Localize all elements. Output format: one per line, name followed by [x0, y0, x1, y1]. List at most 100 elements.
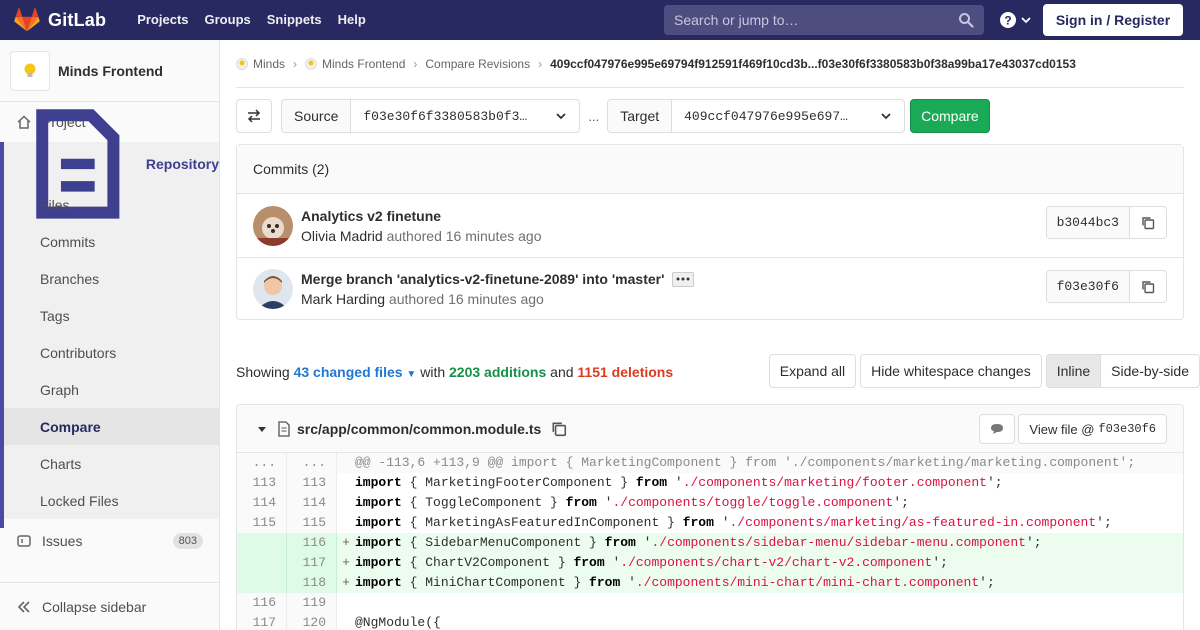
- brand-name: GitLab: [48, 9, 107, 30]
- diff-file: src/app/common/common.module.ts View fil…: [236, 404, 1184, 630]
- new-line-number[interactable]: 120: [287, 613, 337, 630]
- expand-description-button[interactable]: [672, 271, 695, 287]
- old-line-number[interactable]: [237, 573, 287, 593]
- code-string: ./components/mini-chart/mini-chart.compo…: [635, 575, 980, 590]
- copy-sha-button[interactable]: [1130, 271, 1166, 302]
- breadcrumb-item[interactable]: Minds: [236, 57, 285, 71]
- copy-icon[interactable]: [551, 421, 567, 437]
- sidebar-item-tags[interactable]: Tags: [0, 297, 219, 334]
- code-text: ': [667, 475, 683, 490]
- ellipsis-icon: [676, 277, 690, 281]
- chevron-right-icon: ›: [538, 56, 543, 71]
- commits-header: Commits (2): [237, 145, 1183, 194]
- side-by-side-view-button[interactable]: Side-by-side: [1101, 355, 1199, 387]
- diff-sign: [337, 513, 355, 533]
- sidebar-item-compare[interactable]: Compare: [0, 408, 219, 445]
- new-line-number[interactable]: 119: [287, 593, 337, 613]
- avatar[interactable]: [253, 269, 293, 309]
- old-line-number[interactable]: 113: [237, 473, 287, 493]
- commit-title[interactable]: Merge branch 'analytics-v2-finetune-2089…: [301, 271, 664, 287]
- code-keyword: import: [355, 555, 402, 570]
- commit-title[interactable]: Analytics v2 finetune: [301, 208, 541, 224]
- project-avatar: [10, 50, 50, 91]
- old-line-number[interactable]: 115: [237, 513, 287, 533]
- view-file-sha: f03e30f6: [1098, 422, 1156, 436]
- swap-revisions-button[interactable]: [236, 99, 272, 133]
- collapse-sidebar-button[interactable]: Collapse sidebar: [0, 582, 219, 630]
- breadcrumb-item[interactable]: Compare Revisions: [425, 57, 530, 71]
- changed-files-dropdown[interactable]: 43 changed files ▼: [294, 364, 417, 380]
- code-keyword: import: [355, 515, 402, 530]
- new-line-number[interactable]: 115: [287, 513, 337, 533]
- stats-showing: Showing: [236, 364, 290, 380]
- sidebar-item-branches[interactable]: Branches: [0, 260, 219, 297]
- chevron-right-icon: ›: [413, 56, 418, 71]
- new-line-number[interactable]: 118: [287, 573, 337, 593]
- nav-link-help[interactable]: Help: [330, 0, 374, 40]
- breadcrumb: Minds › Minds Frontend › Compare Revisio…: [236, 40, 1184, 88]
- sidebar-item-locked-files[interactable]: Locked Files: [0, 482, 219, 519]
- search-box: [664, 5, 984, 35]
- search-input[interactable]: [674, 12, 954, 28]
- caret-down-icon[interactable]: [257, 424, 267, 434]
- target-dropdown[interactable]: 409ccf047976e995e697…: [672, 100, 904, 132]
- file-path[interactable]: src/app/common/common.module.ts: [297, 421, 541, 437]
- breadcrumb-item[interactable]: Minds Frontend: [305, 57, 405, 71]
- commit-author[interactable]: Olivia Madrid: [301, 228, 383, 244]
- sidebar-item-repository[interactable]: Repository: [0, 109, 219, 219]
- new-line-number[interactable]: 117: [287, 553, 337, 573]
- code-text: { MarketingFooterComponent }: [401, 475, 636, 490]
- commit-sha[interactable]: f03e30f6: [1046, 271, 1130, 302]
- hide-whitespace-button[interactable]: Hide whitespace changes: [860, 354, 1042, 388]
- inline-view-button[interactable]: Inline: [1046, 355, 1102, 387]
- source-selector[interactable]: Source f03e30f6f3380583b0f3…: [281, 99, 581, 133]
- sidebar-item-charts[interactable]: Charts: [0, 445, 219, 482]
- copy-sha-button[interactable]: [1130, 207, 1166, 238]
- old-line-number[interactable]: 114: [237, 493, 287, 513]
- diff-sign: +: [342, 555, 350, 570]
- nav-link-groups[interactable]: Groups: [197, 0, 259, 40]
- compare-button[interactable]: Compare: [910, 99, 990, 133]
- toggle-comments-button[interactable]: [979, 414, 1016, 444]
- nav-link-snippets[interactable]: Snippets: [259, 0, 330, 40]
- code-content: @@ -113,6 +113,9 @@ import { MarketingCo…: [355, 455, 1136, 470]
- breadcrumb-current[interactable]: 409ccf047976e995e69794f912591f469f10cd3b…: [550, 57, 1076, 71]
- new-line-number[interactable]: 116: [287, 533, 337, 553]
- new-line-number[interactable]: 113: [287, 473, 337, 493]
- target-selector[interactable]: Target 409ccf047976e995e697…: [607, 99, 906, 133]
- old-line-number[interactable]: ...: [237, 453, 287, 473]
- diff-line: 113 113 import { MarketingFooterComponent …: [237, 473, 1183, 493]
- commit-meta: Mark Harding authored 16 minutes ago: [301, 291, 694, 307]
- code-content: @NgModule({: [355, 615, 441, 630]
- code-keyword: import: [355, 535, 402, 550]
- help-dropdown[interactable]: ?: [999, 11, 1032, 29]
- new-line-number[interactable]: ...: [287, 453, 337, 473]
- project-name: Minds Frontend: [58, 62, 163, 79]
- old-line-number[interactable]: [237, 553, 287, 573]
- old-line-number[interactable]: [237, 533, 287, 553]
- commit-sha[interactable]: b3044bc3: [1046, 207, 1130, 238]
- sidebar-item-commits[interactable]: Commits: [0, 223, 219, 260]
- question-icon: ?: [1000, 12, 1016, 28]
- chevron-right-icon: ›: [293, 56, 298, 71]
- sidebar-item-issues[interactable]: Issues 803: [0, 521, 219, 561]
- sign-in-button[interactable]: Sign in / Register: [1043, 4, 1183, 36]
- commit-author[interactable]: Mark Harding: [301, 291, 385, 307]
- commit-time: authored 16 minutes ago: [388, 291, 544, 307]
- code-text: ': [596, 495, 613, 510]
- sidebar-item-contributors[interactable]: Contributors: [0, 334, 219, 371]
- nav-link-projects[interactable]: Projects: [129, 0, 196, 40]
- sidebar-item-label: Issues: [42, 533, 83, 549]
- view-file-button[interactable]: View file @ f03e30f6: [1018, 414, 1167, 444]
- gitlab-home-link[interactable]: GitLab: [14, 0, 106, 40]
- new-line-number[interactable]: 114: [287, 493, 337, 513]
- code-string: ./components/toggle/toggle.component: [612, 495, 894, 510]
- old-line-number[interactable]: 116: [237, 593, 287, 613]
- swap-arrows-icon: [247, 109, 261, 123]
- old-line-number[interactable]: 117: [237, 613, 287, 630]
- avatar[interactable]: [253, 205, 293, 246]
- sidebar-item-graph[interactable]: Graph: [0, 371, 219, 408]
- sidebar-project-header[interactable]: Minds Frontend: [0, 40, 219, 102]
- expand-all-button[interactable]: Expand all: [768, 354, 857, 388]
- source-dropdown[interactable]: f03e30f6f3380583b0f3…: [351, 100, 579, 132]
